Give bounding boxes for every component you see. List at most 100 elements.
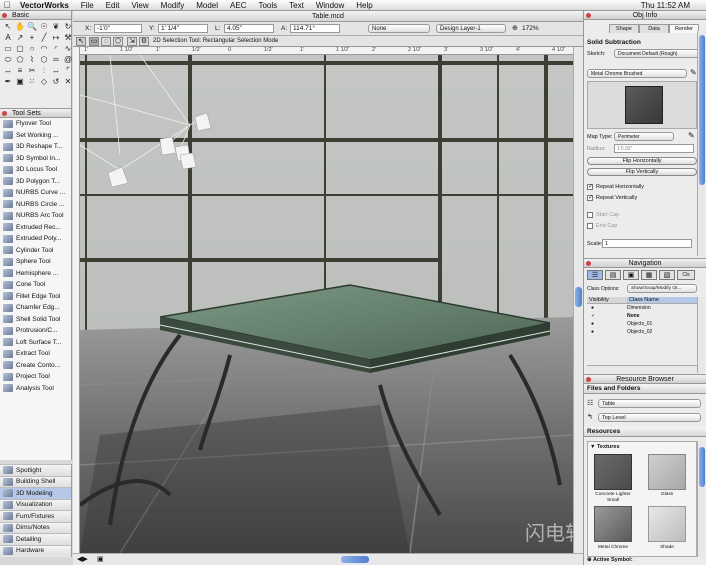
apple-menu-icon[interactable]: : [0, 0, 14, 10]
tool-item[interactable]: 3D Locus Tool: [0, 164, 71, 176]
tool-item[interactable]: Fillet Edge Tool: [0, 291, 71, 303]
texture-dropdown[interactable]: Metal Chrome Brushed: [587, 69, 687, 78]
page-nav-icon[interactable]: ◀▶: [77, 555, 88, 563]
mirror-icon[interactable]: ↔: [50, 65, 62, 76]
tool-item[interactable]: NURBS Curve ...: [0, 187, 71, 199]
tool-set-item[interactable]: Spotlight: [0, 464, 71, 476]
menu-tools[interactable]: Tools: [252, 1, 283, 10]
rectangle-icon[interactable]: ▭: [2, 43, 14, 54]
split-icon[interactable]: ⫶: [38, 65, 50, 76]
tool-set-item[interactable]: Building Shell: [0, 475, 71, 487]
tool-set-item[interactable]: Furn/Fixtures: [0, 510, 71, 522]
tool-item[interactable]: 3D Polygon T...: [0, 176, 71, 188]
scale-field[interactable]: 1: [602, 239, 692, 248]
menu-aec[interactable]: AEC: [224, 1, 252, 10]
folder-up-icon[interactable]: ↰: [587, 413, 597, 421]
oval-icon[interactable]: ⬭: [2, 54, 14, 65]
end-cap-checkbox[interactable]: End Cap: [587, 223, 617, 229]
rotate-tool-icon[interactable]: ↺: [50, 76, 62, 87]
zoom-icon-small[interactable]: ⊕: [512, 24, 518, 32]
nav-layer-links-icon[interactable]: ▧: [659, 270, 675, 280]
pan-hand-icon[interactable]: ✋: [14, 21, 26, 32]
repeat-horizontal-checkbox[interactable]: ✓ Repeat Horizontally: [587, 184, 644, 190]
y-field[interactable]: 1' 1/4": [158, 24, 208, 33]
polyline-icon[interactable]: ⌇: [26, 54, 38, 65]
nav-cls-tab[interactable]: Cls: [677, 270, 695, 280]
eyedropper-icon[interactable]: ✒: [2, 76, 14, 87]
clip-icon[interactable]: ✂: [26, 65, 38, 76]
arc-icon[interactable]: ◠: [38, 43, 50, 54]
tool-item[interactable]: NURBS Arc Tool: [0, 210, 71, 222]
app-menu[interactable]: VectorWorks: [14, 1, 75, 10]
map-type-dropdown[interactable]: Perimeter: [614, 132, 674, 141]
a-field[interactable]: 114.71°: [290, 24, 340, 33]
obj-info-scrollbar[interactable]: [697, 31, 706, 256]
radius-field[interactable]: 1'0.00": [614, 144, 694, 153]
nav-layers-icon[interactable]: ▤: [605, 270, 621, 280]
menu-help[interactable]: Help: [350, 1, 378, 10]
walkthrough-icon[interactable]: ❦: [50, 21, 62, 32]
tool-item[interactable]: Extract Tool: [0, 348, 71, 360]
horizontal-scroll-thumb[interactable]: [341, 556, 369, 563]
tool-set-item[interactable]: 3D Modeling: [0, 487, 71, 499]
offset-icon[interactable]: ≡: [14, 65, 26, 76]
nav-views-icon[interactable]: ▣: [623, 270, 639, 280]
flip-horizontal-button[interactable]: Flip Horizontally: [587, 157, 697, 165]
texture-thumb-concrete[interactable]: [594, 454, 632, 490]
polygon-icon[interactable]: ⬠: [14, 54, 26, 65]
obj-info-scroll-thumb[interactable]: [699, 35, 705, 185]
flyover-icon[interactable]: ☉: [38, 21, 50, 32]
selection-arrow-icon[interactable]: ↖: [2, 21, 14, 32]
menu-edit[interactable]: Edit: [100, 1, 126, 10]
start-cap-checkbox[interactable]: Start Cap: [587, 212, 619, 218]
navigation-close-icon[interactable]: [586, 261, 591, 266]
zoom-level[interactable]: 172%: [522, 25, 539, 32]
tool-item[interactable]: Extruded Poly...: [0, 233, 71, 245]
reshape-icon[interactable]: ↔: [2, 65, 14, 76]
navigation-scrollbar[interactable]: [697, 297, 706, 373]
navigation-hscrollbar[interactable]: [587, 365, 697, 373]
table-row[interactable]: ● Objects_01: [587, 320, 697, 328]
mode-rect-select-icon[interactable]: ▭: [89, 37, 99, 46]
table-row[interactable]: ● Objects_02: [587, 328, 697, 336]
symbol-icon[interactable]: ◇: [38, 76, 50, 87]
menu-text[interactable]: Text: [283, 1, 310, 10]
tool-item[interactable]: 3D Reshape T...: [0, 141, 71, 153]
tool-item[interactable]: Flyover Tool: [0, 118, 71, 130]
tool-item[interactable]: NURBS Circle ...: [0, 199, 71, 211]
texture-thumb-metal[interactable]: [594, 506, 632, 542]
mode-select-icon[interactable]: ↖: [76, 37, 86, 46]
circle-icon[interactable]: ○: [26, 43, 38, 54]
l-field[interactable]: 4.05": [224, 24, 274, 33]
tool-item[interactable]: Set Working ...: [0, 130, 71, 142]
mode-polygon-icon[interactable]: ⬠: [113, 37, 123, 46]
class-options-dropdown[interactable]: Show/Snap/Modify Ot...: [627, 284, 697, 293]
menu-model[interactable]: Model: [190, 1, 224, 10]
obj-info-close-icon[interactable]: [586, 13, 591, 18]
tool-item[interactable]: Chamfer Edg...: [0, 302, 71, 314]
dimension-icon[interactable]: ↦: [50, 32, 62, 43]
tool-item[interactable]: Sphere Tool: [0, 256, 71, 268]
menu-modify[interactable]: Modify: [155, 1, 191, 10]
callout-icon[interactable]: ↗: [14, 32, 26, 43]
folder-dropdown[interactable]: Top Level: [598, 413, 701, 422]
table-row[interactable]: ● Dimension: [587, 304, 697, 312]
mode-resize-icon[interactable]: ⇲: [127, 37, 137, 46]
tab-render[interactable]: Render: [669, 24, 699, 33]
col-class-name[interactable]: Class Name: [627, 297, 697, 303]
menu-view[interactable]: View: [125, 1, 154, 10]
vertical-scroll-thumb[interactable]: [575, 287, 582, 307]
tool-item[interactable]: Hemisphere ...: [0, 268, 71, 280]
tool-item[interactable]: Shell Solid Tool: [0, 314, 71, 326]
layer-dropdown[interactable]: Design Layer-1: [436, 24, 506, 33]
class-dropdown[interactable]: None: [368, 24, 430, 33]
tool-item[interactable]: Create Conto...: [0, 360, 71, 372]
texture-thumb-shade[interactable]: [648, 506, 686, 542]
nav-sheets-icon[interactable]: ▦: [641, 270, 657, 280]
file-dropdown[interactable]: Table: [598, 399, 701, 408]
line-tool-icon[interactable]: ╱: [38, 32, 50, 43]
resource-browser-close-icon[interactable]: [586, 377, 591, 382]
vertical-scrollbar[interactable]: [573, 47, 583, 553]
rounded-rect-icon[interactable]: ▢: [14, 43, 26, 54]
tool-item[interactable]: Extruded Rec...: [0, 222, 71, 234]
